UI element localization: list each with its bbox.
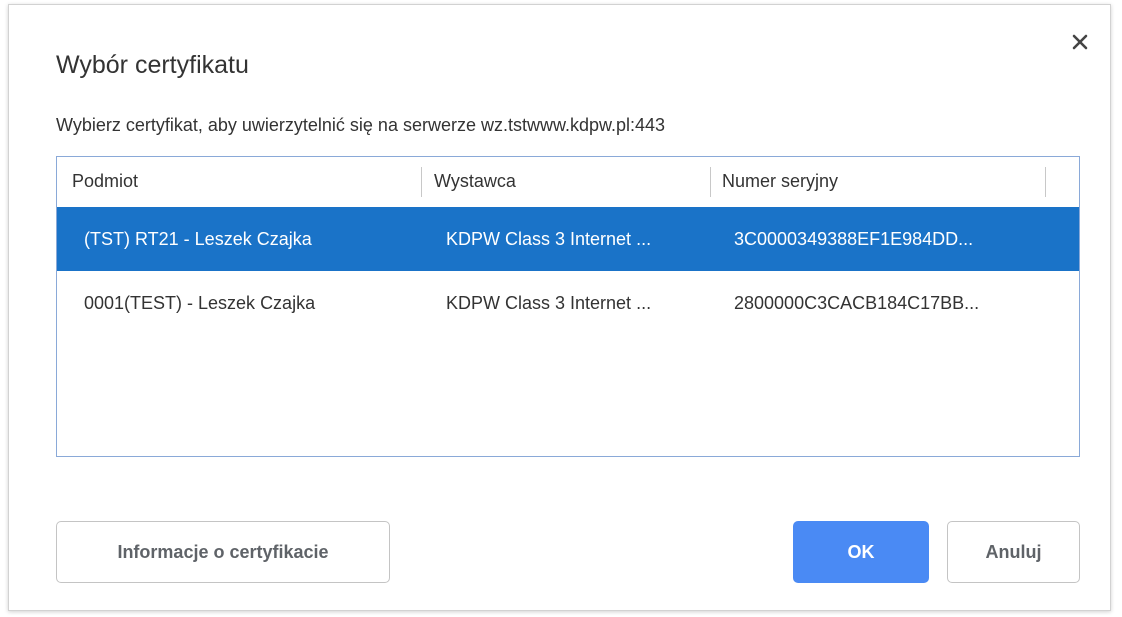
table-row[interactable]: (TST) RT21 - Leszek Czajka KDPW Class 3 … (57, 207, 1079, 271)
cell-serial: 3C0000349388EF1E984DD... (734, 228, 974, 249)
column-header-serial[interactable]: Numer seryjny (722, 157, 838, 205)
column-header-subject[interactable]: Podmiot (72, 157, 138, 205)
certificate-table: Podmiot Wystawca Numer seryjny (TST) RT2… (56, 156, 1080, 457)
column-divider[interactable] (1045, 167, 1046, 197)
certificate-info-button[interactable]: Informacje o certyfikacie (56, 521, 390, 583)
column-header-issuer[interactable]: Wystawca (434, 157, 516, 205)
table-row[interactable]: 0001(TEST) - Leszek Czajka KDPW Class 3 … (57, 271, 1079, 335)
close-icon (1072, 34, 1088, 50)
ok-button[interactable]: OK (793, 521, 929, 583)
table-header: Podmiot Wystawca Numer seryjny (57, 157, 1079, 205)
cell-issuer: KDPW Class 3 Internet ... (446, 228, 652, 249)
column-divider[interactable] (710, 167, 711, 197)
cancel-button[interactable]: Anuluj (947, 521, 1080, 583)
certificate-dialog: Wybór certyfikatu Wybierz certyfikat, ab… (8, 4, 1111, 611)
cell-subject: (TST) RT21 - Leszek Czajka (84, 228, 312, 249)
cell-subject: 0001(TEST) - Leszek Czajka (84, 292, 316, 313)
column-divider[interactable] (421, 167, 422, 197)
close-button[interactable] (1065, 27, 1095, 57)
dialog-title: Wybór certyfikatu (56, 51, 249, 79)
dialog-subtitle: Wybierz certyfikat, aby uwierzytelnić si… (56, 115, 666, 135)
cell-serial: 2800000C3CACB184C17BB... (734, 292, 980, 313)
cell-issuer: KDPW Class 3 Internet ... (446, 292, 652, 313)
